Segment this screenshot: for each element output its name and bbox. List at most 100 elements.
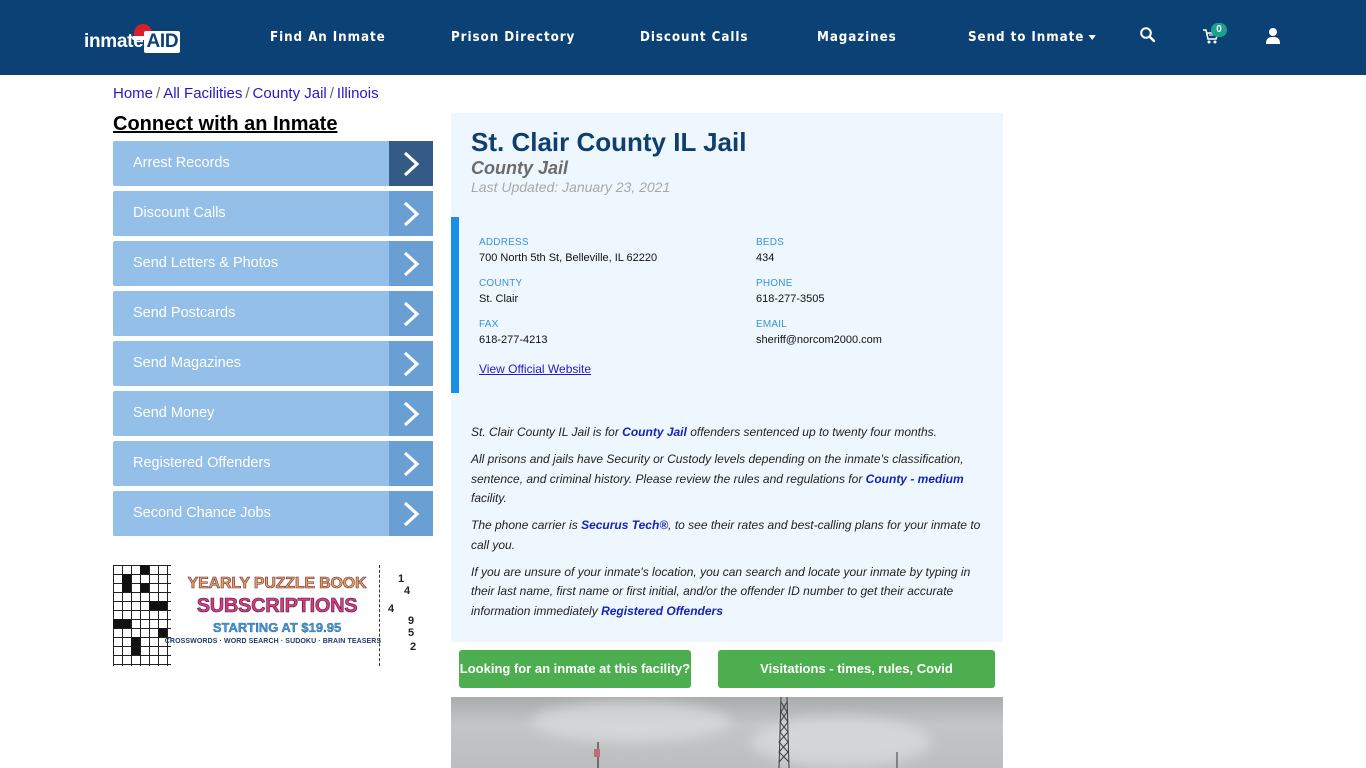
description-paragraph: St. Clair County IL Jail is for County J… <box>471 423 986 443</box>
menu-item-label: Arrest Records <box>133 155 230 171</box>
breadcrumb-separator: / <box>245 85 250 102</box>
email-value: sheriff@norcom2000.com <box>756 334 882 346</box>
description-paragraph: If you are unsure of your inmate's locat… <box>471 563 986 622</box>
county-jail-link[interactable]: County Jail <box>622 425 687 439</box>
breadcrumb-illinois[interactable]: Illinois <box>337 85 379 102</box>
phone-value: 618-277-3505 <box>756 293 825 305</box>
flag-icon <box>594 749 600 757</box>
find-inmate-at-facility-button[interactable]: Looking for an inmate at this facility? <box>459 650 691 688</box>
facility-info-box: ADDRESS 700 North 5th St, Belleville, IL… <box>451 217 1003 393</box>
ad-categories: CROSSWORDS · WORD SEARCH · SUDOKU · BRAI… <box>164 638 382 645</box>
beds-label: BEDS <box>756 237 785 248</box>
account-button[interactable] <box>1265 27 1287 49</box>
breadcrumb-home[interactable]: Home <box>113 85 153 102</box>
sudoku-number: 4 <box>388 603 395 615</box>
connect-heading: Connect with an Inmate <box>113 113 338 135</box>
ad-subheadline: SUBSCRIPTIONS <box>196 595 358 618</box>
menu-item-label: Send Magazines <box>133 355 242 371</box>
menu-item-send-magazines[interactable]: Send Magazines <box>113 341 433 386</box>
nav-prison-directory[interactable]: Prison Directory <box>451 30 575 45</box>
sudoku-number: 4 <box>404 585 411 597</box>
breadcrumb-all-facilities[interactable]: All Facilities <box>163 85 242 102</box>
menu-item-label: Send Letters & Photos <box>133 255 279 271</box>
menu-item-send-letters-photos[interactable]: Send Letters & Photos <box>113 241 433 286</box>
puzzle-book-ad-banner[interactable]: YEARLY PUZZLE BOOK SUBSCRIPTIONS STARTIN… <box>113 565 423 666</box>
last-updated: Last Updated: January 23, 2021 <box>471 179 671 195</box>
county-value: St. Clair <box>479 293 519 305</box>
search-icon <box>1140 27 1156 43</box>
radio-tower-graphic <box>594 697 898 768</box>
sudoku-number: 5 <box>408 627 415 639</box>
crossword-grid-graphic <box>113 565 171 666</box>
nav-magazines[interactable]: Magazines <box>817 30 897 45</box>
facility-title: St. Clair County IL Jail <box>471 127 747 157</box>
phone-field: PHONE 618-277-3505 <box>756 278 825 305</box>
breadcrumb-county-jail[interactable]: County Jail <box>253 85 327 102</box>
sudoku-number: 1 <box>398 573 405 585</box>
sudoku-number: 2 <box>410 641 417 653</box>
user-icon <box>1266 28 1280 44</box>
chevron-right-icon <box>389 191 433 236</box>
nav-discount-calls[interactable]: Discount Calls <box>640 30 748 45</box>
nav-send-to-inmate-label: Send to Inmate <box>968 30 1085 45</box>
connect-menu: Arrest Records Discount Calls Send Lette… <box>113 141 433 541</box>
sudoku-grid-graphic: 1 4 4 9 5 2 <box>379 565 423 666</box>
chevron-right-icon <box>389 241 433 286</box>
address-label: ADDRESS <box>479 237 529 248</box>
logo-text-accent: AID <box>144 31 181 53</box>
county-field: COUNTY St. Clair <box>479 278 522 305</box>
nav-find-an-inmate[interactable]: Find An Inmate <box>270 30 386 45</box>
breadcrumb-separator: / <box>156 85 161 102</box>
inmateaid-logo[interactable]: inmate AID <box>84 22 184 58</box>
fax-label: FAX <box>479 319 499 330</box>
beds-field: BEDS 434 <box>756 237 784 264</box>
menu-item-label: Registered Offenders <box>133 455 271 471</box>
menu-item-second-chance-jobs[interactable]: Second Chance Jobs <box>113 491 433 536</box>
beds-value: 434 <box>756 252 775 264</box>
ad-headline: YEARLY PUZZLE BOOK <box>187 575 367 593</box>
menu-item-arrest-records[interactable]: Arrest Records <box>113 141 433 186</box>
address-field: ADDRESS 700 North 5th St, Belleville, IL… <box>479 237 657 264</box>
nav-send-to-inmate[interactable]: Send to Inmate <box>968 30 1097 45</box>
chevron-right-icon <box>389 291 433 336</box>
cart-count-badge: 0 <box>1211 23 1227 37</box>
chevron-right-icon <box>389 441 433 486</box>
menu-item-label: Second Chance Jobs <box>133 505 271 521</box>
logo-text-main: inmate <box>84 31 144 52</box>
menu-item-label: Discount Calls <box>133 205 226 221</box>
phone-label: PHONE <box>756 278 793 289</box>
menu-item-send-postcards[interactable]: Send Postcards <box>113 291 433 336</box>
menu-item-registered-offenders[interactable]: Registered Offenders <box>113 441 433 486</box>
address-value: 700 North 5th St, Belleville, IL 62220 <box>479 252 658 264</box>
facility-description: St. Clair County IL Jail is for County J… <box>471 423 986 629</box>
chevron-right-icon <box>389 491 433 536</box>
search-button[interactable] <box>1139 26 1161 48</box>
registered-offenders-link[interactable]: Registered Offenders <box>601 604 723 618</box>
description-text: facility. <box>471 491 507 505</box>
ad-price: STARTING AT $19.95 <box>212 620 342 635</box>
breadcrumb: Home / All Facilities / County Jail / Illinois <box>113 85 379 102</box>
fax-field: FAX 618-277-4213 <box>479 319 548 346</box>
breadcrumb-separator: / <box>329 85 334 102</box>
menu-item-label: Send Postcards <box>133 305 236 321</box>
chevron-right-icon <box>389 341 433 386</box>
fax-value: 618-277-4213 <box>479 334 548 346</box>
facility-type: County Jail <box>471 158 569 178</box>
description-text: offenders sentenced up to twenty four mo… <box>686 425 938 439</box>
sudoku-number: 9 <box>408 615 415 627</box>
chevron-right-icon <box>389 141 433 186</box>
official-website-link[interactable]: View Official Website <box>479 362 591 376</box>
logo-text: inmate AID <box>84 31 181 53</box>
visitations-button[interactable]: Visitations - times, rules, Covid cancel… <box>718 650 995 714</box>
facility-photo <box>451 697 1003 768</box>
phone-carrier-link[interactable]: Securus Tech® <box>581 518 668 532</box>
chevron-right-icon <box>389 391 433 436</box>
description-paragraph: The phone carrier is Securus Tech®, to s… <box>471 516 986 555</box>
menu-item-send-money[interactable]: Send Money <box>113 391 433 436</box>
menu-item-label: Send Money <box>133 405 215 421</box>
menu-item-discount-calls[interactable]: Discount Calls <box>113 191 433 236</box>
description-text: The phone carrier is <box>471 518 582 532</box>
description-text: St. Clair County IL Jail is for <box>471 425 623 439</box>
security-level-link[interactable]: County - medium <box>866 472 964 486</box>
facility-panel: St. Clair County IL Jail County Jail Las… <box>451 113 1003 642</box>
